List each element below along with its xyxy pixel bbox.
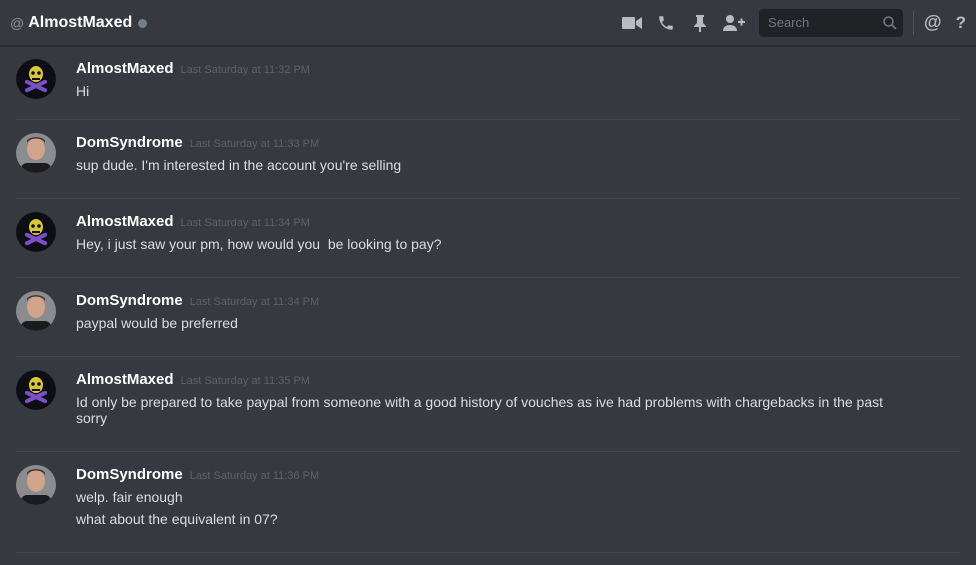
help-button[interactable]: ?: [956, 13, 966, 33]
video-icon: [622, 16, 643, 29]
pin-icon: [694, 14, 707, 32]
avatar[interactable]: [16, 59, 56, 99]
message-author[interactable]: AlmostMaxed: [76, 371, 174, 388]
message-group: DomSyndrome Last Saturday at 11:36 PM we…: [16, 452, 960, 553]
message-author[interactable]: DomSyndrome: [76, 134, 183, 151]
message-timestamp: Last Saturday at 11:34 PM: [180, 217, 310, 229]
video-call-button[interactable]: [621, 12, 643, 34]
skull-avatar-icon: [16, 370, 56, 410]
pinned-messages-button[interactable]: [689, 12, 711, 34]
avatar[interactable]: [16, 370, 56, 410]
mentions-button[interactable]: @: [924, 12, 942, 33]
message-author[interactable]: DomSyndrome: [76, 292, 183, 309]
message-author[interactable]: AlmostMaxed: [76, 213, 174, 230]
status-indicator: [138, 19, 148, 28]
skull-avatar-icon: [16, 212, 56, 252]
message-group: AlmostMaxed Last Saturday at 11:35 PM Id…: [16, 357, 960, 452]
message-group: AlmostMaxed Last Saturday at 11:32 PM Hi: [16, 46, 960, 120]
message-timestamp: Last Saturday at 11:35 PM: [180, 375, 310, 387]
message-author[interactable]: DomSyndrome: [76, 466, 183, 483]
search-icon: [883, 15, 897, 30]
avatar[interactable]: [16, 212, 56, 252]
search-input[interactable]: [766, 14, 884, 31]
message-group: DomSyndrome Last Saturday at 11:33 PM su…: [16, 120, 960, 199]
message-text: Hey, i just saw your pm, how would you b…: [76, 236, 442, 252]
message-text: Hi: [76, 83, 90, 99]
message-author[interactable]: AlmostMaxed: [76, 60, 174, 77]
add-friend-icon: [723, 14, 746, 31]
message-list: AlmostMaxed Last Saturday at 11:32 PM Hi…: [0, 46, 976, 553]
message-text: paypal would be preferred: [76, 315, 238, 331]
user-photo-avatar: [16, 465, 56, 505]
message-timestamp: Last Saturday at 11:33 PM: [189, 138, 320, 150]
message-group: DomSyndrome Last Saturday at 11:34 PM pa…: [16, 278, 960, 357]
voice-call-button[interactable]: [655, 12, 677, 34]
user-photo-avatar: [16, 291, 56, 331]
message-timestamp: Last Saturday at 11:32 PM: [180, 64, 310, 76]
dm-recipient-name: AlmostMaxed: [28, 13, 133, 31]
phone-icon: [659, 15, 673, 30]
message-text: Id only be prepared to take paypal from …: [76, 394, 884, 426]
user-photo-avatar: [16, 133, 56, 173]
message-text: sup dude. I'm interested in the account …: [76, 157, 402, 173]
avatar[interactable]: [16, 465, 56, 505]
channel-header: @ AlmostMaxed @ ?: [0, 0, 976, 46]
message-text: what about the equivalent in 07?: [76, 511, 278, 527]
at-icon: @: [10, 14, 25, 31]
avatar[interactable]: [16, 133, 56, 173]
add-friend-button[interactable]: [723, 12, 746, 34]
search-box[interactable]: [759, 8, 904, 37]
message-group: AlmostMaxed Last Saturday at 11:34 PM He…: [16, 199, 960, 278]
message-timestamp: Last Saturday at 11:34 PM: [189, 296, 320, 308]
skull-avatar-icon: [16, 59, 56, 99]
message-text: welp. fair enough: [76, 489, 183, 505]
header-divider: [913, 10, 915, 35]
message-timestamp: Last Saturday at 11:36 PM: [189, 470, 320, 482]
avatar[interactable]: [16, 291, 56, 331]
